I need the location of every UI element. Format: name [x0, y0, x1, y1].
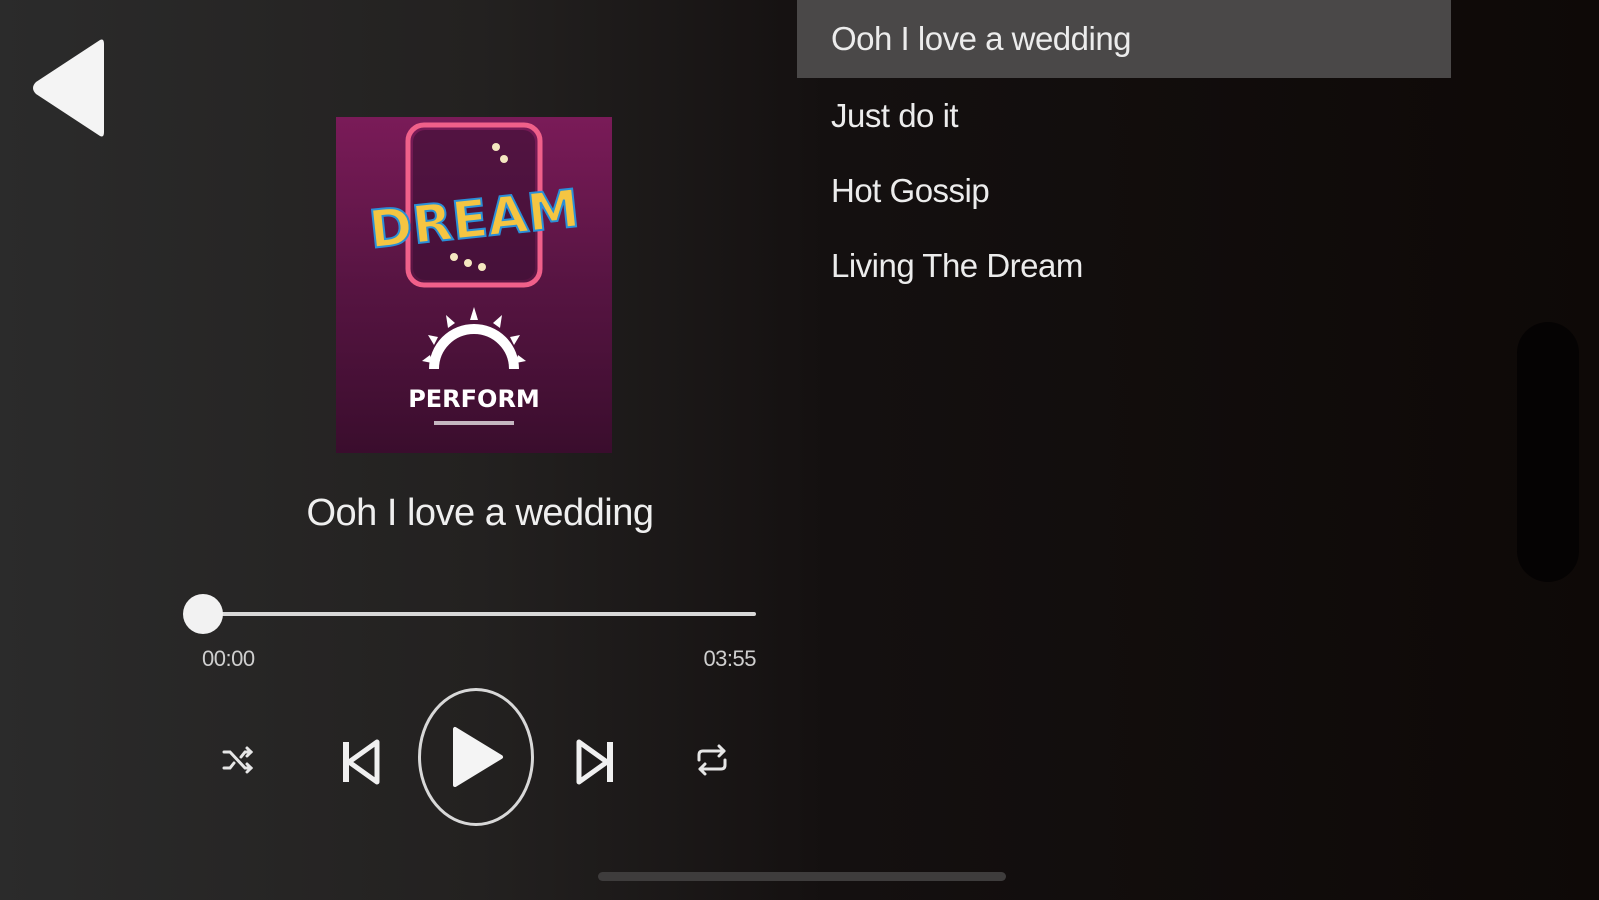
playlist-item[interactable]: Just do it — [797, 78, 1451, 153]
side-handle — [1517, 322, 1579, 582]
progress-track[interactable] — [188, 612, 756, 616]
playlist-item-label: Ooh I love a wedding — [831, 20, 1132, 57]
playlist-item[interactable]: Living The Dream — [797, 228, 1451, 303]
skip-next-icon — [576, 739, 613, 785]
repeat-button[interactable] — [690, 740, 734, 780]
play-button[interactable] — [418, 688, 534, 826]
next-button[interactable] — [572, 736, 620, 788]
album-art: DREAM PERFORM — [336, 117, 612, 453]
home-indicator[interactable] — [598, 872, 1006, 881]
album-brand-text: PERFORM — [408, 385, 540, 413]
back-arrow-icon — [33, 39, 104, 137]
play-icon — [453, 727, 503, 787]
album-logo-text: DREAM — [366, 179, 582, 261]
playlist-item-label: Hot Gossip — [831, 171, 990, 209]
shuffle-icon — [222, 746, 254, 774]
now-playing-title: Ooh I love a wedding — [306, 492, 654, 534]
playlist-item[interactable]: Ooh I love a wedding — [797, 0, 1451, 78]
current-time: 00:00 — [202, 646, 255, 671]
playlist-item[interactable]: Hot Gossip — [797, 153, 1451, 228]
playlist: Ooh I love a wedding Just do it Hot Goss… — [797, 0, 1451, 303]
repeat-icon — [697, 744, 727, 776]
playlist-item-label: Living The Dream — [831, 246, 1083, 284]
previous-button[interactable] — [336, 736, 384, 788]
back-button[interactable] — [28, 36, 108, 140]
shuffle-button[interactable] — [216, 738, 260, 782]
playlist-item-label: Just do it — [831, 96, 959, 134]
progress-knob[interactable] — [183, 594, 223, 634]
total-time: 03:55 — [703, 646, 756, 671]
skip-previous-icon — [343, 739, 380, 785]
